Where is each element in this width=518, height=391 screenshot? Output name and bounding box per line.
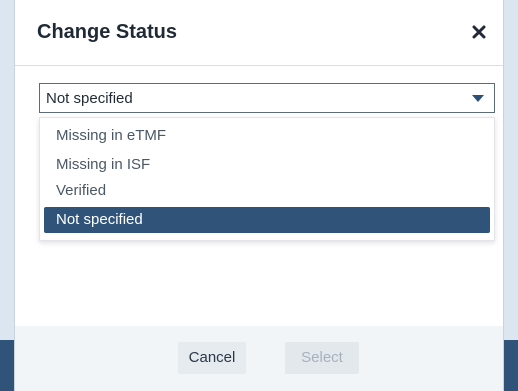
option-not-specified[interactable]: Not specified xyxy=(44,207,490,233)
change-status-dialog: Change Status Not specified Missing in e… xyxy=(14,0,504,391)
dialog-footer: Cancel Select xyxy=(15,326,503,391)
option-verified[interactable]: Verified xyxy=(44,178,490,204)
close-button[interactable] xyxy=(469,22,489,42)
background-bar-left xyxy=(0,340,14,391)
cancel-button[interactable]: Cancel xyxy=(178,342,246,374)
option-missing-in-isf[interactable]: Missing in ISF xyxy=(44,152,490,178)
select-button[interactable]: Select xyxy=(285,342,359,374)
status-select[interactable]: Not specified xyxy=(39,83,495,113)
close-icon xyxy=(472,25,486,39)
dialog-header: Change Status xyxy=(15,0,503,66)
background-bar-right xyxy=(504,340,518,391)
status-dropdown-list: Missing in eTMF Missing in ISF Verified … xyxy=(39,117,495,241)
chevron-down-icon xyxy=(472,95,484,102)
option-missing-in-etmf[interactable]: Missing in eTMF xyxy=(44,123,490,149)
status-select-value: Not specified xyxy=(46,90,133,107)
dialog-title: Change Status xyxy=(37,21,178,43)
